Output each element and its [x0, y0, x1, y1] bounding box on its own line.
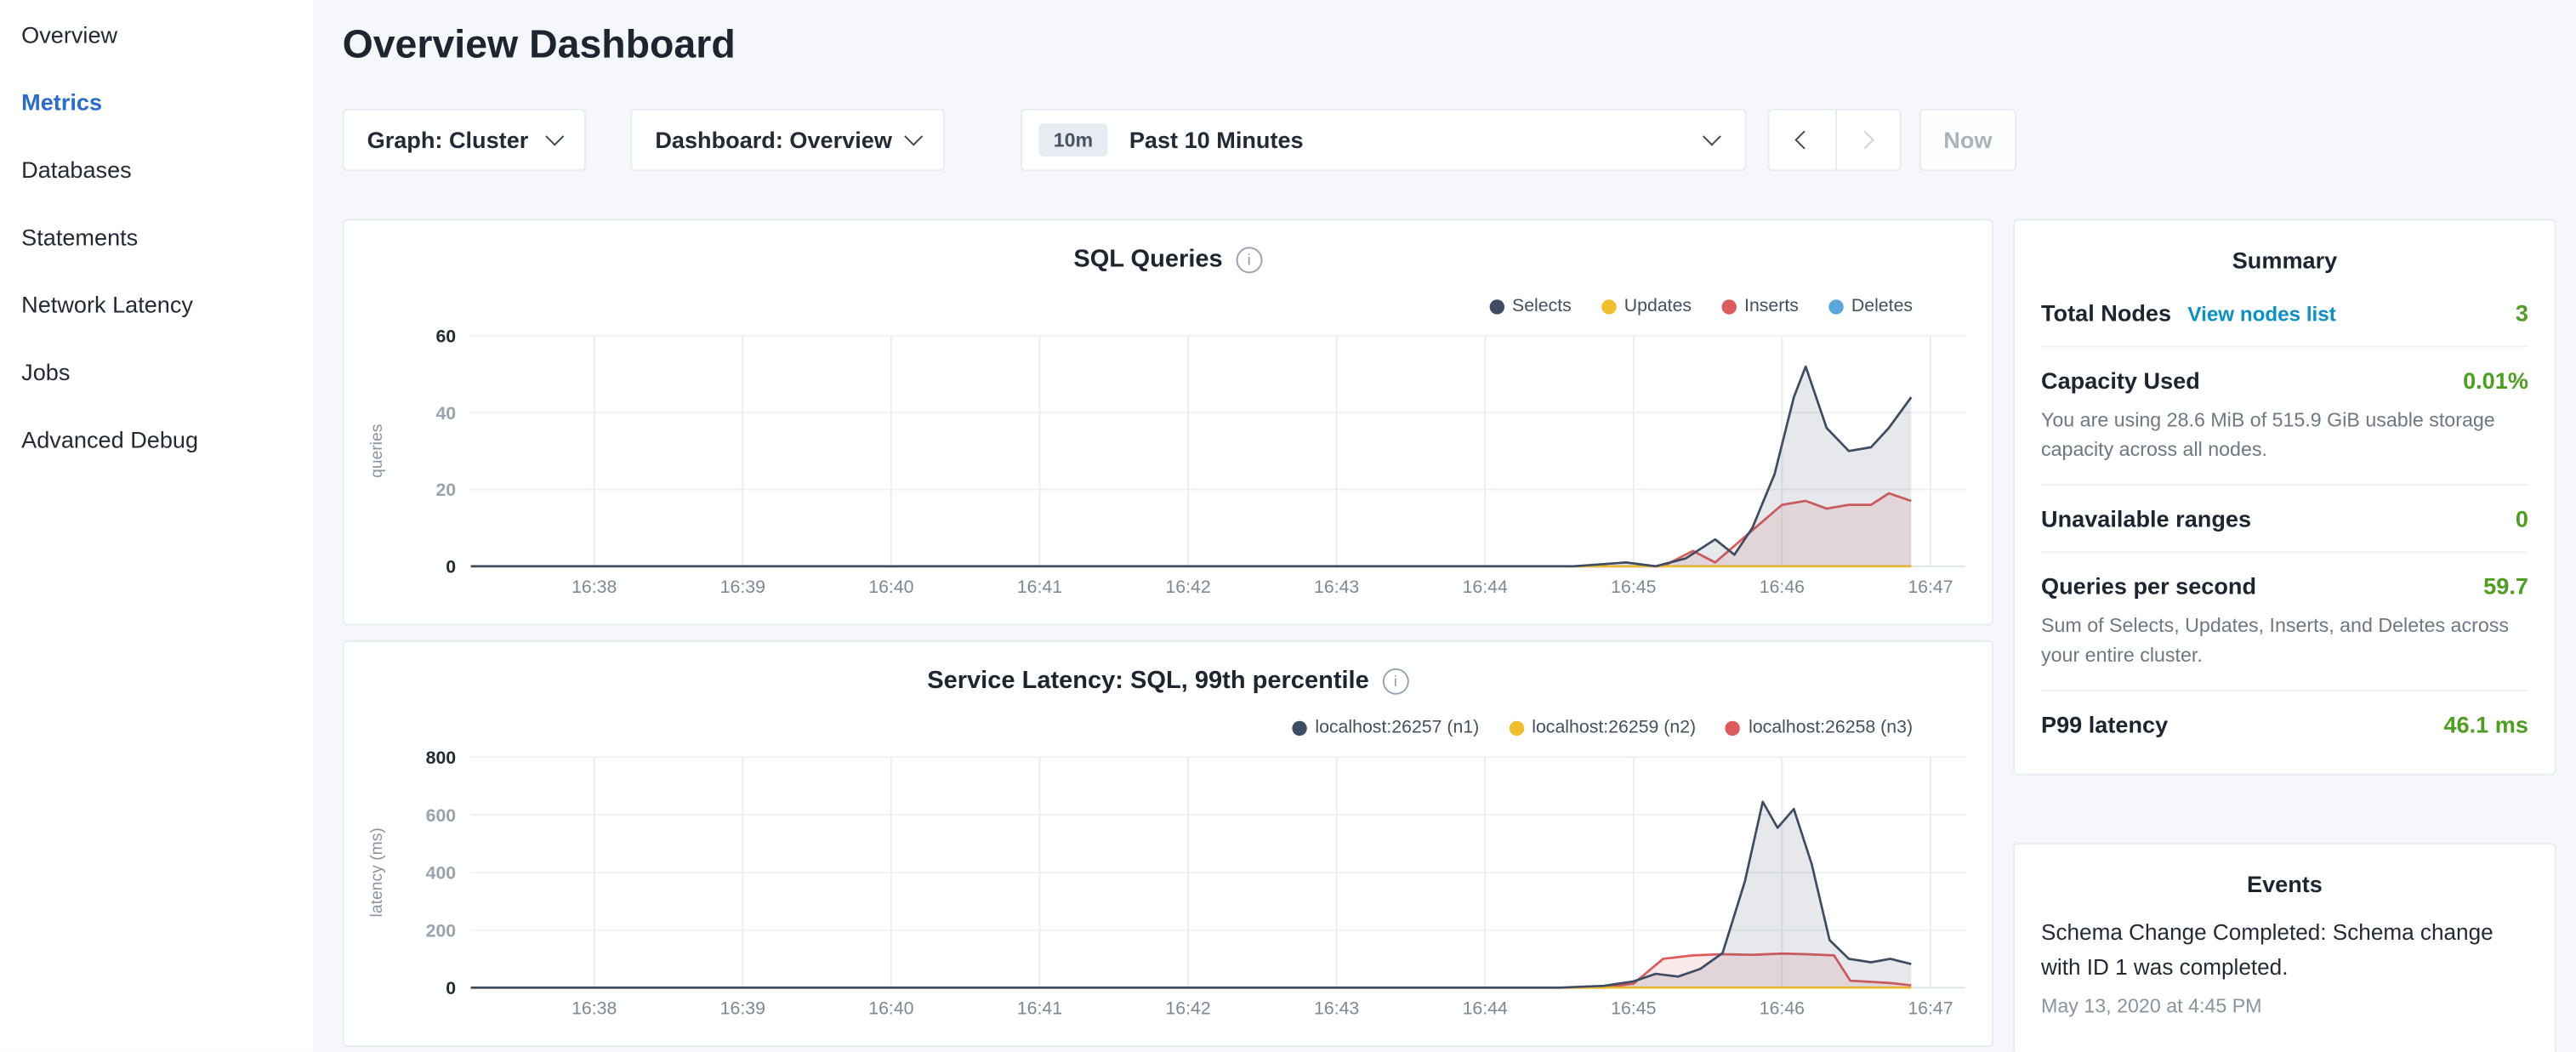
svg-text:16:47: 16:47 — [1908, 998, 1953, 1018]
svg-text:600: 600 — [426, 805, 457, 826]
summary-label: P99 latency — [2041, 711, 2168, 737]
chevron-right-icon — [1856, 131, 1874, 150]
summary-row-p99-latency: P99 latency 46.1 ms — [2041, 690, 2528, 757]
svg-text:200: 200 — [426, 920, 457, 941]
svg-text:16:45: 16:45 — [1611, 577, 1656, 597]
svg-text:16:40: 16:40 — [868, 577, 913, 597]
app-root: Overview Metrics Databases Statements Ne… — [0, 0, 2576, 1052]
summary-row-queries-per-second: Queries per second 59.7 Sum of Selects, … — [2041, 551, 2528, 690]
svg-text:0: 0 — [446, 978, 456, 998]
summary-value: 59.7 — [2483, 573, 2528, 600]
toolbar: Graph: Cluster Dashboard: Overview 10m P… — [343, 109, 1993, 172]
svg-text:16:38: 16:38 — [571, 998, 617, 1018]
summary-label: Unavailable ranges — [2041, 505, 2251, 532]
svg-text:16:47: 16:47 — [1908, 577, 1953, 597]
svg-text:16:42: 16:42 — [1165, 577, 1210, 597]
sidebar-item-databases[interactable]: Databases — [0, 135, 313, 202]
summary-label: Total Nodes — [2041, 299, 2171, 326]
svg-text:latency (ms): latency (ms) — [367, 827, 386, 917]
sidebar-item-network-latency[interactable]: Network Latency — [0, 270, 313, 337]
sidebar-item-advanced-debug[interactable]: Advanced Debug — [0, 405, 313, 472]
svg-text:16:42: 16:42 — [1165, 998, 1210, 1018]
svg-text:60: 60 — [435, 327, 456, 347]
time-back-button[interactable] — [1770, 111, 1834, 170]
svg-text:16:39: 16:39 — [720, 998, 765, 1018]
summary-panel: Summary Total Nodes View nodes list 3 Ca… — [2013, 219, 2556, 775]
event-timestamp: May 13, 2020 at 4:45 PM — [2041, 994, 2528, 1017]
svg-text:40: 40 — [435, 403, 456, 424]
now-button[interactable]: Now — [1919, 109, 2016, 172]
time-range-badge: 10m — [1038, 123, 1107, 156]
page-title: Overview Dashboard — [343, 23, 736, 69]
svg-text:400: 400 — [426, 863, 457, 884]
time-pager — [1768, 109, 1902, 172]
summary-label: Capacity Used — [2041, 367, 2200, 394]
chevron-down-icon — [1703, 128, 1721, 146]
events-title: Events — [2041, 871, 2528, 897]
svg-text:16:44: 16:44 — [1463, 577, 1508, 597]
graph-dropdown[interactable]: Graph: Cluster — [343, 109, 586, 172]
svg-text:16:45: 16:45 — [1611, 998, 1656, 1018]
summary-value: 0.01% — [2463, 367, 2528, 394]
graph-dropdown-label: Graph: Cluster — [367, 127, 529, 153]
events-panel: Events Schema Change Completed: Schema c… — [2013, 843, 2556, 1052]
summary-row-capacity-used: Capacity Used 0.01% You are using 28.6 M… — [2041, 345, 2528, 484]
right-column: Summary Total Nodes View nodes list 3 Ca… — [2013, 0, 2556, 1052]
sidebar: Overview Metrics Databases Statements Ne… — [0, 0, 313, 1052]
sidebar-item-metrics[interactable]: Metrics — [0, 67, 313, 134]
chevron-down-icon — [904, 128, 923, 146]
chart-title: SQL Queries — [1073, 245, 1222, 273]
summary-value: 0 — [2516, 505, 2528, 532]
svg-text:queries: queries — [367, 424, 386, 478]
sidebar-item-jobs[interactable]: Jobs — [0, 338, 313, 405]
dashboard-dropdown[interactable]: Dashboard: Overview — [630, 109, 945, 172]
main-content: Overview Dashboard Graph: Cluster Dashbo… — [343, 0, 1993, 1052]
time-forward-button[interactable] — [1834, 111, 1899, 170]
summary-description: You are using 28.6 MiB of 515.9 GiB usab… — [2041, 405, 2528, 464]
view-nodes-list-link[interactable]: View nodes list — [2187, 303, 2335, 326]
summary-title: Summary — [2041, 247, 2528, 273]
info-icon[interactable] — [1236, 246, 1262, 272]
chevron-left-icon — [1795, 131, 1814, 150]
summary-row-unavailable-ranges: Unavailable ranges 0 — [2041, 484, 2528, 551]
svg-text:800: 800 — [426, 748, 457, 768]
svg-text:20: 20 — [435, 480, 456, 500]
summary-row-total-nodes: Total Nodes View nodes list 3 — [2041, 280, 2528, 345]
svg-text:16:41: 16:41 — [1017, 998, 1062, 1018]
sidebar-item-overview[interactable]: Overview — [0, 0, 313, 67]
summary-description: Sum of Selects, Updates, Inserts, and De… — [2041, 611, 2528, 670]
svg-text:0: 0 — [446, 557, 456, 577]
svg-text:16:43: 16:43 — [1314, 998, 1359, 1018]
chart-title-row: SQL Queries — [344, 245, 1992, 273]
chart-title-row: Service Latency: SQL, 99th percentile — [344, 667, 1992, 695]
summary-value: 3 — [2516, 299, 2528, 326]
service-latency-panel: Service Latency: SQL, 99th percentile lo… — [343, 640, 1993, 1047]
service-latency-chart: 0 200 400 600 800 16:38 16:39 16:40 16:41 16:42 16… — [344, 727, 1992, 1040]
time-range-label: Past 10 Minutes — [1129, 127, 1304, 153]
svg-text:16:46: 16:46 — [1760, 577, 1805, 597]
svg-text:16:39: 16:39 — [720, 577, 765, 597]
summary-value: 46.1 ms — [2443, 711, 2528, 737]
dashboard-dropdown-label: Dashboard: Overview — [655, 127, 892, 153]
svg-text:16:46: 16:46 — [1760, 998, 1805, 1018]
summary-label: Queries per second — [2041, 573, 2256, 600]
sql-queries-chart: 0 20 40 60 16:38 16:39 16:40 16:41 16:42 16:43 16:… — [344, 306, 1992, 619]
sql-queries-panel: SQL Queries SelectsUpdatesInsertsDeletes… — [343, 219, 1993, 625]
svg-text:16:40: 16:40 — [868, 998, 913, 1018]
event-list-item[interactable]: Schema Change Completed: Schema change w… — [2041, 917, 2528, 1017]
svg-text:16:44: 16:44 — [1463, 998, 1508, 1018]
info-icon[interactable] — [1382, 668, 1408, 694]
sidebar-item-statements[interactable]: Statements — [0, 202, 313, 270]
svg-text:16:41: 16:41 — [1017, 577, 1062, 597]
event-text: Schema Change Completed: Schema change w… — [2041, 917, 2528, 986]
svg-text:16:43: 16:43 — [1314, 577, 1359, 597]
time-range-dropdown[interactable]: 10m Past 10 Minutes — [1021, 109, 1747, 172]
svg-text:16:38: 16:38 — [571, 577, 617, 597]
chart-title: Service Latency: SQL, 99th percentile — [927, 667, 1369, 695]
chevron-down-icon — [545, 128, 564, 146]
